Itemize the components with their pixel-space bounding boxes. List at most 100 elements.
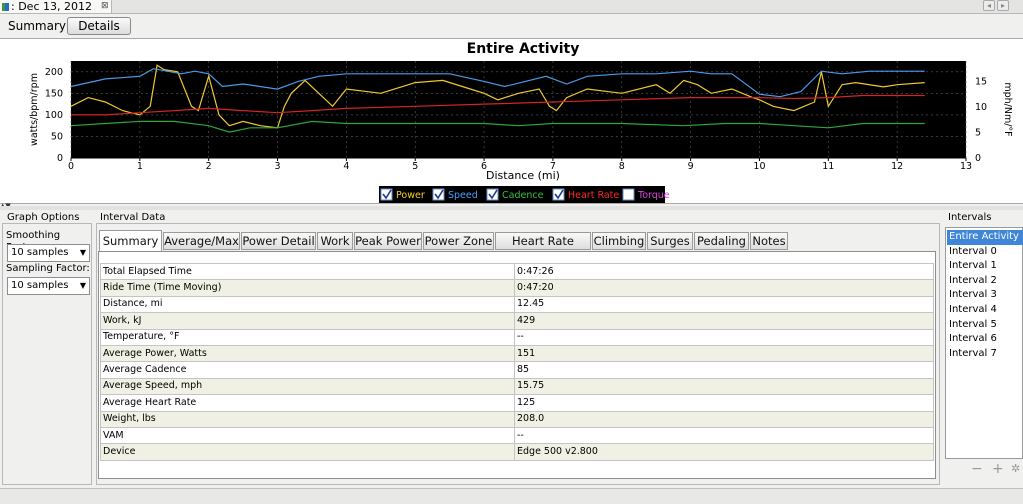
document-tab[interactable]: : Dec 13, 2012 ⊠: [0, 0, 112, 14]
y-right-axis-label: mph/Nm/°F: [1002, 82, 1013, 136]
row-label: Ride Time (Time Moving): [100, 279, 515, 297]
row-label: Distance, mi: [100, 295, 515, 314]
x-axis-label: Distance (mi): [486, 169, 560, 182]
legend-label-heart-rate: Heart Rate: [568, 190, 619, 201]
sampling-factor-value: 10 samples: [11, 280, 69, 291]
sampling-factor-select[interactable]: 10 samples ▼: [7, 277, 90, 295]
interval-list-item[interactable]: Interval 3: [947, 288, 1023, 303]
status-bar: [0, 488, 1023, 504]
chart-title: Entire Activity: [467, 41, 580, 57]
summary-table-frame: Total Elapsed Time 0:47:26 Ride Time (Time…: [98, 251, 936, 479]
interval-list-item[interactable]: Entire Activity: [947, 230, 1023, 245]
close-tab-icon[interactable]: ⊠: [101, 0, 109, 13]
row-value: Edge 500 v2.800: [514, 443, 934, 461]
forward-button[interactable]: ▸: [997, 0, 1009, 11]
intervals-title: Intervals: [948, 212, 992, 223]
tab-power-zone[interactable]: Power Zone: [423, 232, 494, 250]
row-value: --: [514, 328, 934, 346]
y-left-tick-label: 0: [57, 153, 63, 164]
x-tick-label: 4: [343, 161, 349, 172]
interval-list-item[interactable]: Interval 7: [947, 347, 1023, 362]
row-label: Average Power, Watts: [100, 344, 515, 363]
activity-icon: [2, 3, 9, 11]
document-tab-strip: : Dec 13, 2012 ⊠ ◂ ▸: [0, 0, 1023, 14]
table-row: Weight, lbs 208.0: [100, 410, 934, 428]
interval-list-item[interactable]: Interval 4: [947, 303, 1023, 318]
plot-area: [71, 61, 966, 158]
dropdown-arrow-icon: ▼: [79, 248, 86, 257]
interval-list-item[interactable]: Interval 6: [947, 332, 1023, 347]
table-row: Average Speed, mph 15.75: [100, 377, 934, 396]
row-label: Total Elapsed Time: [100, 262, 515, 281]
table-row: VAM --: [100, 426, 934, 445]
smoothing-factor-value: 10 samples: [11, 247, 69, 258]
interval-list-item[interactable]: Interval 5: [947, 318, 1023, 333]
row-label: Weight, lbs: [100, 410, 515, 428]
interval-list-item[interactable]: Interval 2: [947, 274, 1023, 289]
x-tick-label: 2: [206, 161, 212, 172]
legend-checkbox-torque: [622, 188, 635, 201]
row-value: 0:47:20: [514, 279, 934, 297]
intervals-list: Entire Activity Interval 0 Interval 1 Inter…: [945, 227, 1023, 459]
row-label: Device: [100, 443, 515, 461]
row-value: --: [514, 426, 934, 445]
row-value: 0:47:26: [514, 262, 934, 281]
details-view-button[interactable]: Details: [67, 17, 131, 35]
x-tick-label: 8: [619, 161, 625, 172]
table-row: Average Power, Watts 151: [100, 344, 934, 363]
x-tick-label: 1: [137, 161, 143, 172]
row-value: 15.75: [514, 377, 934, 396]
y-right-tick-label: 0: [975, 153, 981, 164]
row-value: 12.45: [514, 295, 934, 314]
row-value: 429: [514, 312, 934, 330]
x-tick-label: 0: [68, 161, 74, 172]
tab-average-max[interactable]: Average/Max: [163, 232, 240, 250]
row-label: Average Speed, mph: [100, 377, 515, 396]
tab-power-detail[interactable]: Power Detail: [241, 232, 316, 250]
legend-label-cadence: Cadence: [502, 190, 544, 201]
y-right-tick-label: 5: [975, 127, 981, 138]
row-label: Temperature, °F: [100, 328, 515, 346]
table-row: Work, kJ 429: [100, 312, 934, 330]
legend-label-power: Power: [396, 190, 425, 201]
tab-heart-rate-zone[interactable]: Heart Rate Zone: [495, 232, 591, 264]
smoothing-factor-select[interactable]: 10 samples ▼: [7, 244, 90, 262]
back-button[interactable]: ◂: [983, 0, 995, 11]
tab-notes[interactable]: Notes: [750, 232, 788, 250]
tab-work[interactable]: Work: [317, 232, 353, 250]
row-label: Average Heart Rate: [100, 394, 515, 412]
y-left-axis-label: watts/bpm/rpm: [29, 73, 40, 146]
graph-options-panel: Smoothing Factor: 10 samples ▼ Sampling …: [2, 223, 92, 485]
x-tick-label: 9: [688, 161, 694, 172]
tab-climbing[interactable]: Climbing: [592, 232, 646, 250]
x-tick-label: 13: [960, 161, 972, 172]
interval-list-item[interactable]: Interval 1: [947, 259, 1023, 274]
table-row: Average Heart Rate 125: [100, 394, 934, 412]
tab-peak-power[interactable]: Peak Power: [354, 232, 422, 250]
tab-summary[interactable]: Summary: [99, 230, 162, 252]
y-right-tick-label: 10: [975, 102, 987, 113]
tab-pedaling[interactable]: Pedaling: [694, 232, 749, 250]
x-tick-label: 10: [753, 161, 765, 172]
row-value: 208.0: [514, 410, 934, 428]
tab-surges[interactable]: Surges: [647, 232, 693, 250]
x-tick-label: 11: [822, 161, 834, 172]
table-row: Average Cadence 85: [100, 361, 934, 379]
row-value: 125: [514, 394, 934, 412]
x-tick-label: 12: [891, 161, 903, 172]
splitter[interactable]: [0, 206, 1023, 210]
activity-chart: Entire Activity0 1 2 3 4 5 6 7 8 9 10 11 12 130501001…: [29, 41, 1013, 203]
summary-view-button[interactable]: Summary: [8, 18, 66, 34]
interval-list-item[interactable]: Interval 0: [947, 245, 1023, 260]
remove-interval-button[interactable]: −: [971, 462, 983, 476]
table-row: Distance, mi 12.45: [100, 295, 934, 314]
add-interval-button[interactable]: +: [992, 462, 1004, 476]
dropdown-arrow-icon: ▼: [79, 281, 86, 290]
y-right-tick-label: 15: [975, 76, 987, 87]
interval-settings-icon[interactable]: ✲: [1011, 462, 1020, 476]
table-row: Device Edge 500 v2.800: [100, 443, 934, 461]
activity-chart-panel: Entire Activity 0 1 2 3 4 5 6 7 8 9 10 11 12 13 0 50 100 1…: [0, 38, 1023, 204]
row-label: VAM: [100, 426, 515, 445]
row-value: 151: [514, 344, 934, 363]
row-value: 85: [514, 361, 934, 379]
